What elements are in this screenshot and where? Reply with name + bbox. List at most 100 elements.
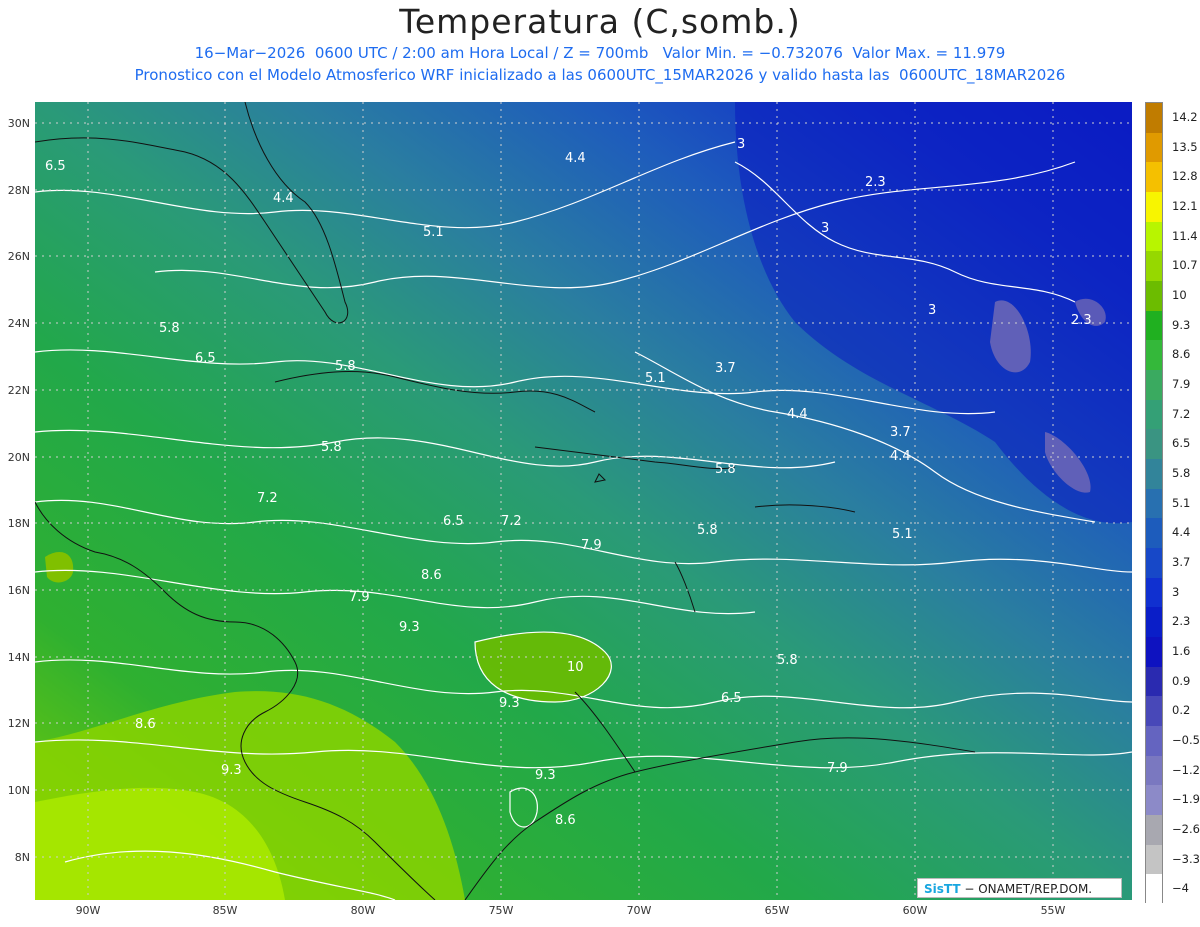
colorbar-segment [1146,666,1162,697]
lat-label-18n: 18N [7,517,30,530]
lon-label-90w: 90W [75,904,101,917]
colorbar-segment [1146,340,1162,371]
contour-label: 2.3 [865,175,886,190]
colorbar-label: 11.4 [1172,228,1198,243]
credit-text: − ONAMET/REP.DOM. [960,882,1093,896]
contour-label: 3 [821,221,829,236]
lon-label-65w: 65W [764,904,790,917]
colorbar-segment [1146,577,1162,608]
contour-label: 3.7 [715,361,736,376]
lon-label-55w: 55W [1040,904,1066,917]
colorbar-segment [1146,785,1162,816]
lat-label-12n: 12N [7,717,30,730]
colorbar-segment [1146,726,1162,757]
contour-label: 8.6 [555,813,576,828]
contour-label: 8.6 [421,568,442,583]
lon-label-80w: 80W [350,904,376,917]
colorbar-segment [1146,370,1162,401]
colorbar-segment [1146,429,1162,460]
contour-label: 9.3 [399,620,420,635]
lat-label-16n: 16N [7,584,30,597]
contour-label: 10 [567,660,584,675]
temperature-map: 6.5 4.4 4.4 5.1 3 2.3 3 5.8 6.5 5.8 5.1 3.7 3 2.3 4.4 3… [35,102,1132,900]
colorbar-label: 0.2 [1172,703,1191,718]
colorbar-label: 7.9 [1172,376,1191,391]
colorbar-segment [1146,251,1162,282]
contour-label: 6.5 [721,691,742,706]
colorbar-label: 10 [1172,287,1187,302]
colorbar-label: −1.9 [1172,792,1200,807]
contour-label: 5.8 [697,523,718,538]
contour-label: 7.9 [581,538,602,553]
contour-label: 8.6 [135,717,156,732]
colorbar-label: 8.6 [1172,347,1191,362]
contour-label: 9.3 [221,763,242,778]
colorbar-label: −0.5 [1172,732,1200,747]
colorbar-label: −1.2 [1172,762,1200,777]
colorbar-label: −2.6 [1172,821,1200,836]
contour-label: 5.8 [335,359,356,374]
colorbar-segment [1146,844,1162,875]
colorbar-segment [1146,103,1162,134]
colorbar-segment [1146,548,1162,579]
colorbar-label: 9.3 [1172,317,1191,332]
lon-label-70w: 70W [626,904,652,917]
lon-label-60w: 60W [902,904,928,917]
colorbar-label: 3 [1172,584,1180,599]
colorbar-segment [1146,132,1162,163]
colorbar-label: 13.5 [1172,139,1198,154]
sistt-logo: SisTT [924,882,961,896]
credit-box: SisTT − ONAMET/REP.DOM. [917,878,1122,898]
colorbar-segment [1146,637,1162,668]
colorbar-segment [1146,310,1162,341]
lat-label-20n: 20N [7,451,30,464]
lat-label-14n: 14N [7,651,30,664]
contour-label: 5.8 [159,321,180,336]
model-info: Pronostico con el Modelo Atmosferico WRF… [134,66,1066,84]
contour-label: 4.4 [565,151,586,166]
contour-label: 7.9 [827,761,848,776]
colorbar-label: −3.3 [1172,851,1200,866]
colorbar-segment [1146,755,1162,786]
colorbar-label: 0.9 [1172,673,1191,688]
contour-label: 3.7 [890,425,911,440]
colorbar-label: 12.8 [1172,169,1198,184]
contour-label: 4.4 [273,191,294,206]
contour-label: 7.2 [257,491,278,506]
colorbar [1145,102,1163,905]
contour-label: 5.1 [423,225,444,240]
colorbar-label: 2.3 [1172,614,1191,629]
colorbar-segment [1146,459,1162,490]
contour-label: 6.5 [45,159,66,174]
lat-label-26n: 26N [7,250,30,263]
lat-label-22n: 22N [7,384,30,397]
contour-label: 3 [928,303,936,318]
map-canvas: 6.5 4.4 4.4 5.1 3 2.3 3 5.8 6.5 5.8 5.1 3.7 3 2.3 4.4 3… [35,102,1132,900]
contour-label: 9.3 [499,696,520,711]
lon-label-85w: 85W [212,904,238,917]
colorbar-label: −4 [1172,881,1189,896]
colorbar-segment [1146,815,1162,846]
lat-label-8n: 8N [14,851,30,864]
lat-label-10n: 10N [7,784,30,797]
contour-label: 4.4 [890,449,911,464]
colorbar-label: 10.7 [1172,258,1198,273]
colorbar-label: 7.2 [1172,406,1191,421]
colorbar-label: 5.8 [1172,465,1191,480]
colorbar-segment [1146,696,1162,727]
colorbar-segment [1146,874,1162,905]
lat-label-30n: 30N [7,117,30,130]
contour-label: 6.5 [195,351,216,366]
contour-label: 3 [737,137,745,152]
colorbar-segment [1146,162,1162,193]
colorbar-label: 14.2 [1172,109,1198,124]
colorbar-label: 6.5 [1172,436,1191,451]
contour-label: 5.8 [321,440,342,455]
colorbar-label: 3.7 [1172,554,1191,569]
lat-label-28n: 28N [7,184,30,197]
contour-label: 5.1 [892,527,913,542]
colorbar-label: 1.6 [1172,643,1191,658]
warm-blob-west [45,552,74,583]
forecast-info: 16−Mar−2026 0600 UTC / 2:00 am Hora Loca… [194,44,1006,62]
colorbar-segment [1146,221,1162,252]
